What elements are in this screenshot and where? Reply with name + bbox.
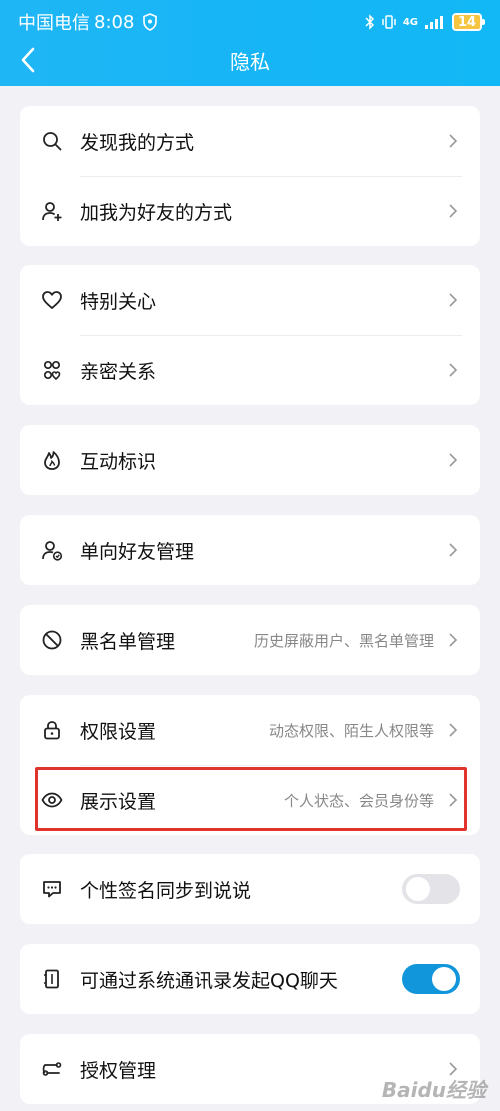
contacts-chat-toggle[interactable] xyxy=(402,964,460,994)
battery-level: 14 xyxy=(457,14,477,30)
intimate-relation-icon xyxy=(40,358,64,382)
watermark-text: Baidu经验 xyxy=(381,1078,486,1102)
chevron-right-icon xyxy=(444,451,462,469)
settings-row-interaction-marks[interactable]: 互动标识 xyxy=(20,425,480,495)
settings-row-intimate-relation[interactable]: 亲密关系 xyxy=(20,335,480,405)
settings-row-contacts-chat: 可通过系统通讯录发起QQ聊天 xyxy=(20,944,480,1014)
row-label: 特别关心 xyxy=(80,290,157,313)
row-label: 个性签名同步到说说 xyxy=(80,879,252,902)
header: 中国电信 8:08 4G 14 隐私 xyxy=(0,0,500,86)
blacklist-group: 黑名单管理 历史屏蔽用户、黑名单管理 xyxy=(20,605,480,675)
signature-sync-toggle[interactable] xyxy=(402,874,460,904)
row-label: 黑名单管理 xyxy=(80,630,176,653)
chevron-right-icon xyxy=(444,361,462,379)
shield-icon xyxy=(143,13,158,31)
signature-sync-group: 个性签名同步到说说 xyxy=(20,854,480,924)
nav-bar: 隐私 xyxy=(0,38,500,82)
row-label: 授权管理 xyxy=(80,1059,157,1082)
search-icon xyxy=(40,129,64,153)
row-label: 互动标识 xyxy=(80,450,157,473)
row-description: 个人状态、会员身份等 xyxy=(283,791,434,810)
settings-row-one-way-friends[interactable]: 单向好友管理 xyxy=(20,515,480,585)
permission-display-group: 权限设置 动态权限、陌生人权限等 展示设置 个人状态、会员身份等 xyxy=(20,695,480,835)
one-way-friend-group: 单向好友管理 xyxy=(20,515,480,585)
one-way-friend-icon xyxy=(40,538,64,562)
block-icon xyxy=(40,628,64,652)
authorization-icon xyxy=(40,1057,64,1081)
row-label: 可通过系统通讯录发起QQ聊天 xyxy=(80,969,338,992)
chat-bubble-icon xyxy=(40,877,64,901)
row-label: 亲密关系 xyxy=(80,360,157,383)
clock: 8:08 xyxy=(94,11,135,33)
row-description: 动态权限、陌生人权限等 xyxy=(268,721,434,740)
row-label: 权限设置 xyxy=(80,720,157,743)
network-type: 4G xyxy=(402,16,418,28)
signal-icon xyxy=(425,16,443,29)
chevron-right-icon xyxy=(444,541,462,559)
row-label: 展示设置 xyxy=(80,790,157,813)
chevron-right-icon xyxy=(444,202,462,220)
interaction-settings-group: 互动标识 xyxy=(20,425,480,495)
bluetooth-icon xyxy=(365,14,374,30)
lock-icon xyxy=(40,718,64,742)
settings-row-discover-me[interactable]: 发现我的方式 xyxy=(20,106,480,176)
discovery-settings-group: 发现我的方式 加我为好友的方式 xyxy=(20,106,480,246)
chevron-right-icon xyxy=(444,721,462,739)
chevron-right-icon xyxy=(444,132,462,150)
row-label: 加我为好友的方式 xyxy=(80,201,233,224)
vibrate-icon xyxy=(382,15,396,29)
relation-settings-group: 特别关心 亲密关系 xyxy=(20,265,480,405)
page-title: 隐私 xyxy=(230,50,270,74)
settings-row-signature-sync: 个性签名同步到说说 xyxy=(20,854,480,924)
toggle-knob xyxy=(432,967,456,991)
row-label: 发现我的方式 xyxy=(80,131,195,154)
settings-row-special-care[interactable]: 特别关心 xyxy=(20,265,480,335)
row-label: 单向好友管理 xyxy=(80,540,195,563)
battery-indicator: 14 xyxy=(452,13,485,31)
eye-icon xyxy=(40,788,64,812)
flame-icon xyxy=(40,448,64,472)
add-user-icon xyxy=(40,199,64,223)
contacts-icon xyxy=(40,967,64,991)
toggle-knob xyxy=(406,877,430,901)
row-description: 历史屏蔽用户、黑名单管理 xyxy=(253,631,434,650)
chevron-right-icon xyxy=(444,791,462,809)
settings-row-blacklist[interactable]: 黑名单管理 历史屏蔽用户、黑名单管理 xyxy=(20,605,480,675)
settings-row-display[interactable]: 展示设置 个人状态、会员身份等 xyxy=(20,765,480,835)
settings-row-add-friend-method[interactable]: 加我为好友的方式 xyxy=(20,176,480,246)
carrier-name: 中国电信 xyxy=(18,13,90,34)
settings-row-permissions[interactable]: 权限设置 动态权限、陌生人权限等 xyxy=(20,695,480,765)
chevron-right-icon xyxy=(444,291,462,309)
heart-icon xyxy=(40,288,64,312)
contacts-chat-group: 可通过系统通讯录发起QQ聊天 xyxy=(20,944,480,1014)
chevron-right-icon xyxy=(444,631,462,649)
